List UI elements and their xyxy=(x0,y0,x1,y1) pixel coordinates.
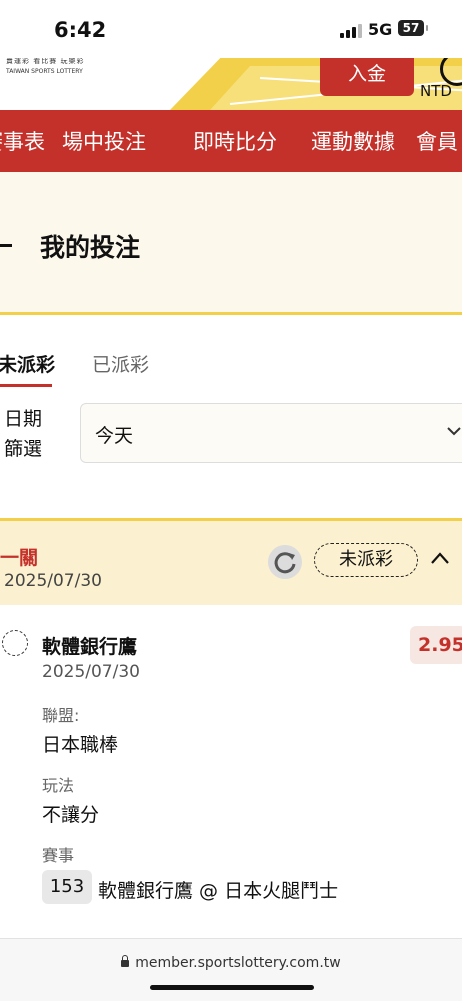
nav-item-live-scores[interactable]: 即時比分 xyxy=(193,126,277,156)
back-icon[interactable] xyxy=(0,244,12,247)
signal-icon xyxy=(340,24,362,38)
selection-date: 2025/07/30 xyxy=(42,662,140,682)
nav-item-sports-data[interactable]: 運動數據 xyxy=(311,126,395,156)
tab-settled[interactable]: 已派彩 xyxy=(92,350,149,377)
selection-status-icon xyxy=(2,630,28,656)
tab-unsettled[interactable]: 未派彩 xyxy=(0,350,55,377)
date-filter-value: 今天 xyxy=(95,425,134,447)
market-value: 不讓分 xyxy=(42,804,100,826)
battery-icon: 57 xyxy=(398,20,428,36)
nav-item-member[interactable]: 會員 xyxy=(416,126,458,156)
logo-english: TAIWAN SPORTS LOTTERY xyxy=(6,68,83,75)
event-label: 賽事 xyxy=(42,846,75,865)
nav-item-live-betting[interactable]: 場中投注 xyxy=(62,126,146,156)
header-decoration xyxy=(170,58,462,110)
league-value: 日本職棒 xyxy=(42,734,119,756)
home-indicator[interactable] xyxy=(150,985,314,990)
page-title: 我的投注 xyxy=(40,233,141,262)
network-type: 5G xyxy=(368,20,393,39)
date-filter-label-line2: 篩選 xyxy=(4,438,43,460)
logo-tagline: 賣運彩 看比賽 玩樂彩 xyxy=(6,58,85,65)
deposit-button[interactable]: 入金 xyxy=(320,58,414,96)
browser-address-bar[interactable]: member.sportslottery.com.tw xyxy=(0,938,462,1001)
bet-type: 一關 xyxy=(0,547,39,569)
date-filter-select[interactable]: 今天 xyxy=(80,403,462,463)
bet-card-header[interactable]: 一關 2025/07/30 未派彩 xyxy=(0,518,462,605)
site-header: 賣運彩 看比賽 玩樂彩 TAIWAN SPORTS LOTTERY 入金 NTD xyxy=(0,58,462,110)
date-filter-label: 日期 篩選 xyxy=(4,404,42,464)
url-text: member.sportslottery.com.tw xyxy=(135,955,341,971)
tab-active-indicator xyxy=(0,384,52,387)
site-logo[interactable]: 賣運彩 看比賽 玩樂彩 TAIWAN SPORTS LOTTERY xyxy=(6,58,84,75)
currency-label: NTD xyxy=(420,82,452,100)
bet-date: 2025/07/30 xyxy=(4,571,102,591)
selection-team: 軟體銀行鷹 xyxy=(42,636,138,658)
league-label: 聯盟: xyxy=(42,706,80,725)
date-filter-label-line1: 日期 xyxy=(4,408,43,430)
event-name: 軟體銀行鷹 @ 日本火腿鬥士 xyxy=(98,880,339,902)
url-display[interactable]: member.sportslottery.com.tw xyxy=(0,954,462,971)
nav-item-schedule[interactable]: 賽事表 xyxy=(0,126,45,156)
status-bar: 6:42 5G 57 xyxy=(0,0,462,58)
main-nav: 賽事表 場中投注 即時比分 運動數據 會員 xyxy=(0,110,462,172)
chevron-down-icon xyxy=(447,427,461,436)
market-label: 玩法 xyxy=(42,776,75,795)
chevron-up-icon[interactable] xyxy=(430,551,450,565)
status-badge: 未派彩 xyxy=(314,543,418,577)
event-number-badge: 153 xyxy=(42,870,92,904)
status-time: 6:42 xyxy=(54,18,107,42)
refresh-icon[interactable] xyxy=(268,545,302,579)
page-title-area: 我的投注 xyxy=(0,172,462,315)
lock-icon xyxy=(121,954,130,967)
odds-badge: 2.95 xyxy=(410,626,462,664)
